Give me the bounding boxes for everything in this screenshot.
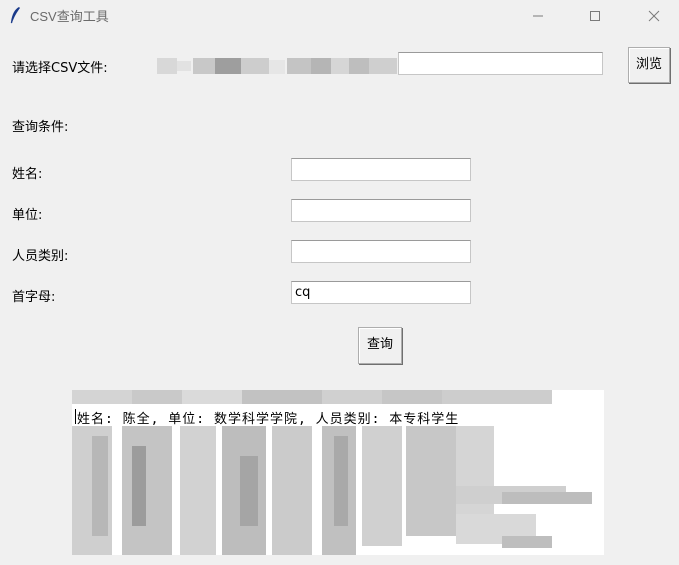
file-path-blurred <box>157 58 397 74</box>
blurred-row <box>72 390 604 404</box>
query-button[interactable]: 查询 <box>358 327 402 364</box>
minimize-icon <box>533 15 543 17</box>
query-section-label: 查询条件: <box>12 120 69 135</box>
maximize-icon <box>590 11 600 21</box>
minimize-button[interactable] <box>515 0 561 31</box>
category-input[interactable] <box>291 240 471 263</box>
file-label: 请选择CSV文件: <box>12 61 108 76</box>
name-input[interactable] <box>291 158 471 181</box>
close-button[interactable] <box>631 0 677 31</box>
initials-label: 首字母: <box>12 290 56 305</box>
results-textbox[interactable]: 姓名: 陈全, 单位: 数学科学学院, 人员类别: 本专科学生 <box>72 390 604 555</box>
browse-button[interactable]: 浏览 <box>628 47 670 83</box>
result-first-line: 姓名: 陈全, 单位: 数学科学学院, 人员类别: 本专科学生 <box>77 412 460 427</box>
unit-input[interactable] <box>291 199 471 222</box>
text-cursor <box>75 409 76 424</box>
category-label: 人员类别: <box>12 249 69 264</box>
file-path-input[interactable] <box>398 52 603 75</box>
maximize-button[interactable] <box>572 0 618 31</box>
unit-label: 单位: <box>12 208 43 223</box>
title-bar[interactable]: CSV查询工具 <box>0 0 679 31</box>
tk-feather-icon <box>9 6 21 24</box>
blurred-results <box>72 426 604 555</box>
close-icon <box>648 10 660 22</box>
window-title: CSV查询工具 <box>30 9 109 24</box>
name-label: 姓名: <box>12 167 43 182</box>
initials-input[interactable]: cq <box>291 281 471 304</box>
